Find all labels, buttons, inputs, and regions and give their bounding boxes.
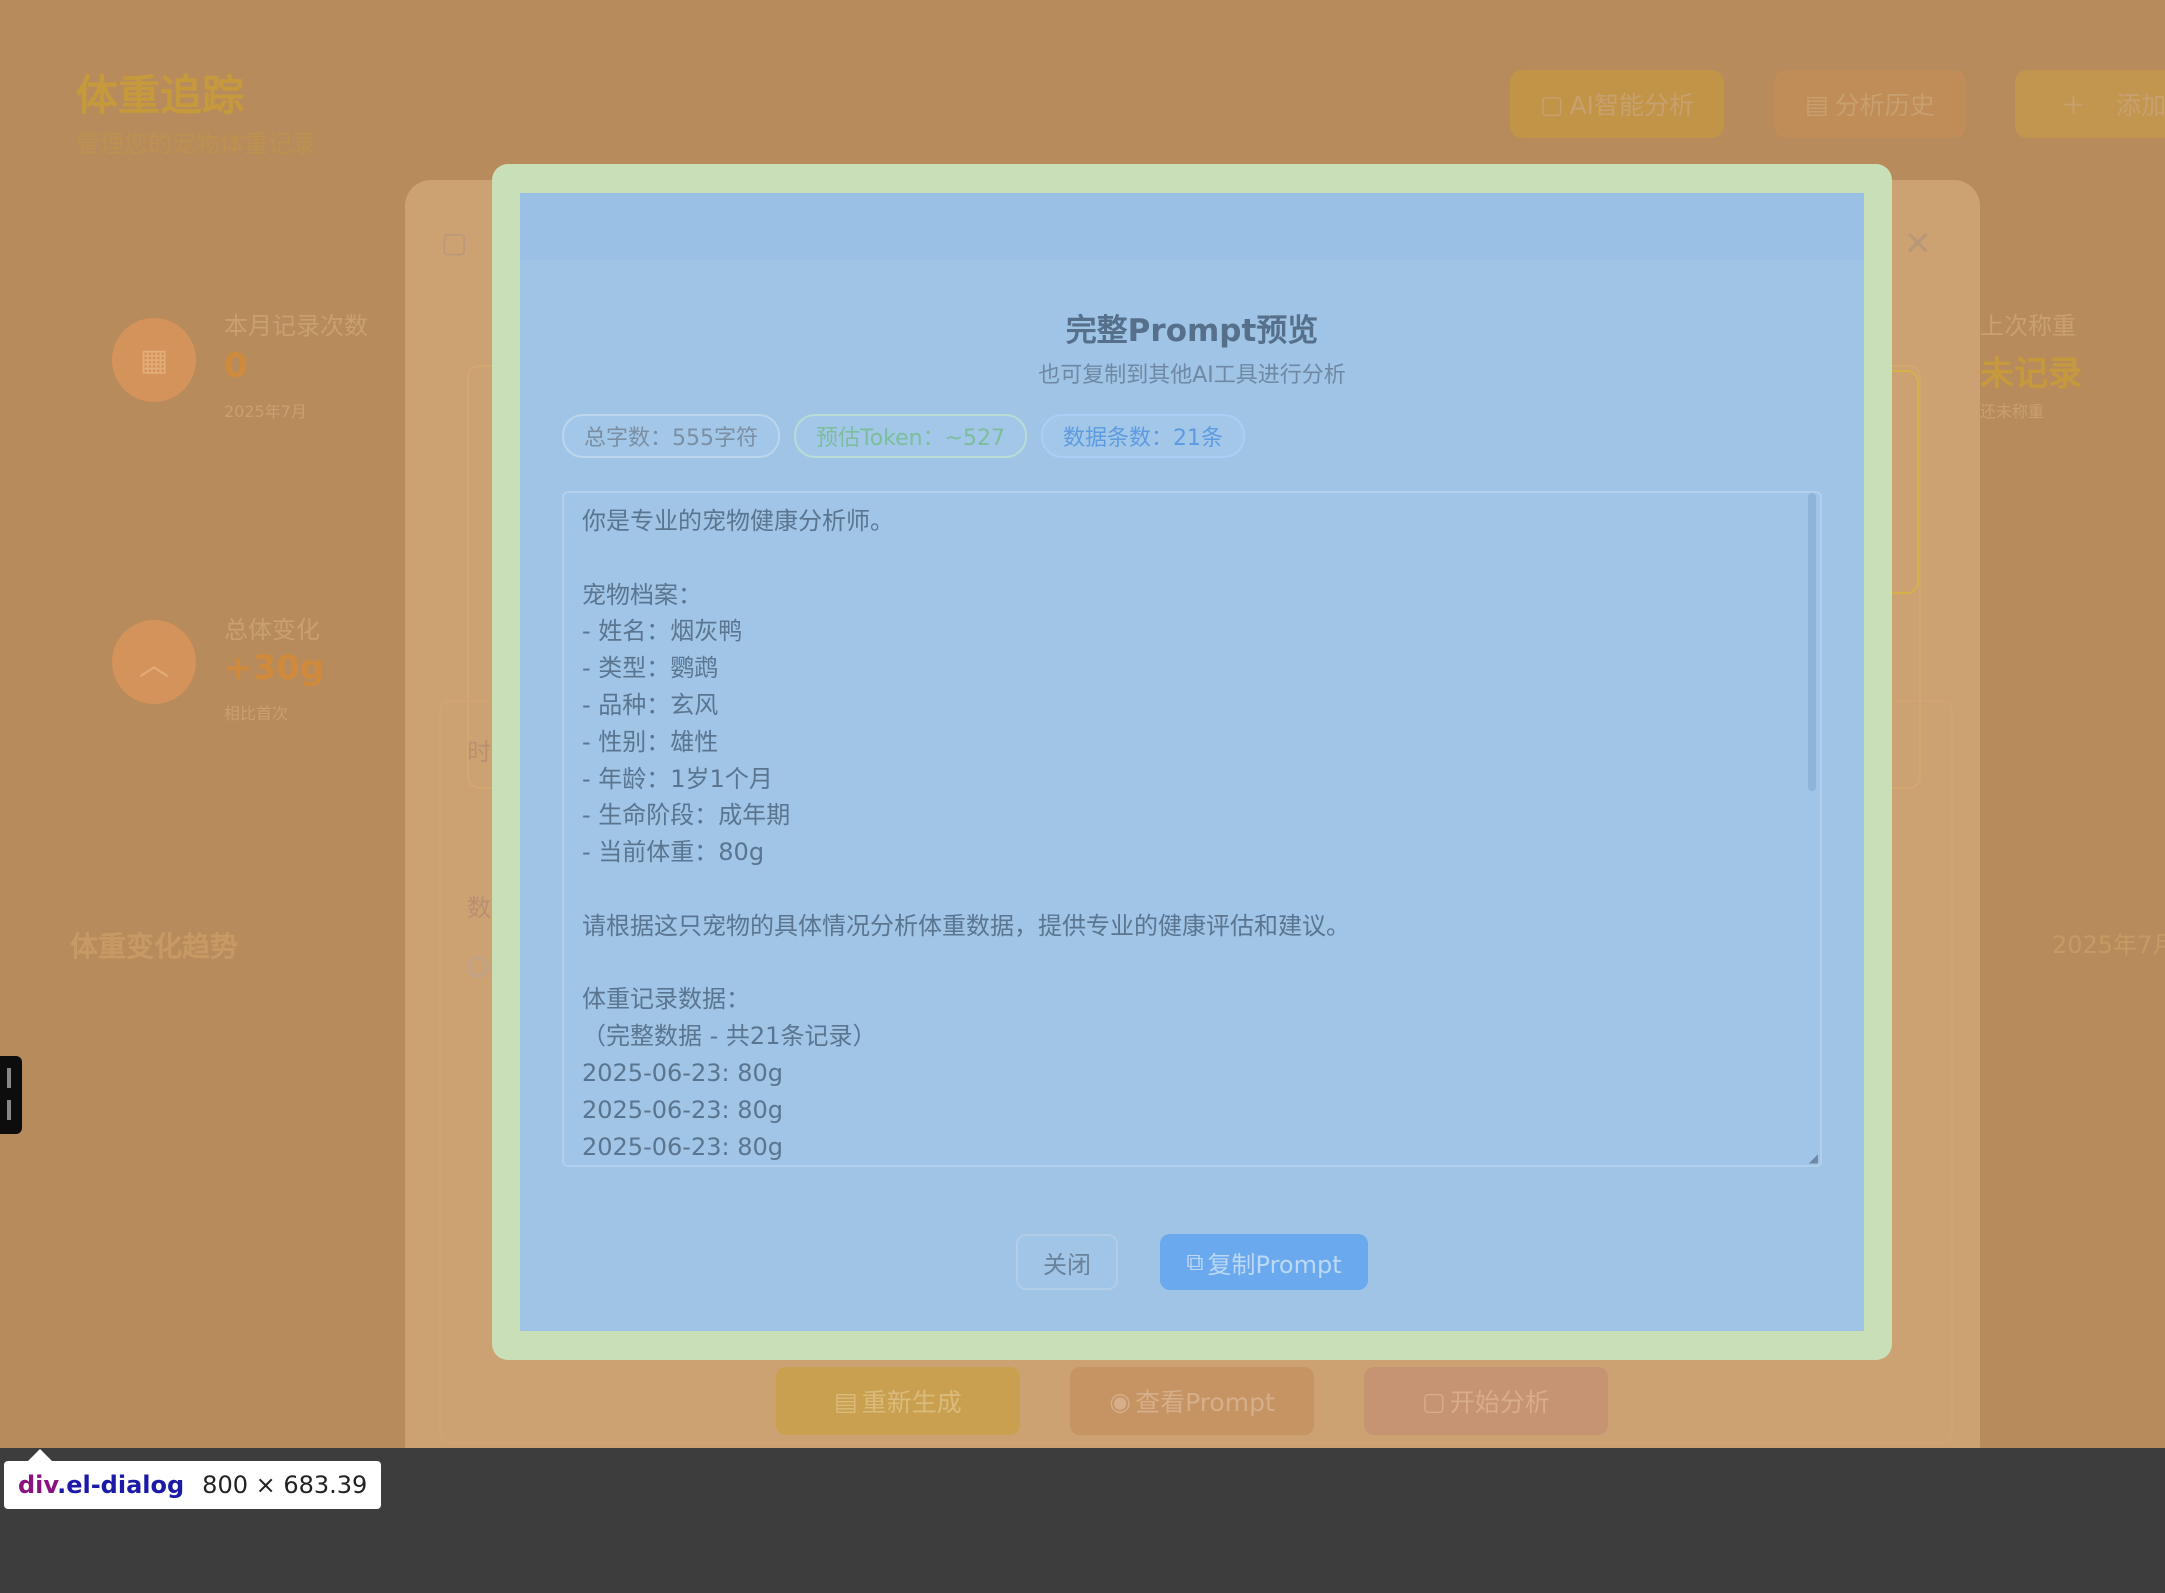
view-prompt-label: 查看Prompt — [1135, 1388, 1275, 1417]
start-analysis-label: 开始分析 — [1449, 1388, 1550, 1417]
devtools-element-tooltip: div.el-dialog 800 × 683.39 — [4, 1449, 382, 1509]
add-record-button[interactable]: ＋ 添加 — [2015, 70, 2165, 138]
month-records-sub: 2025年7月 — [224, 402, 307, 421]
eye-icon: ◉ — [1109, 1386, 1132, 1416]
total-change-label: 总体变化 — [224, 616, 320, 644]
tooltip-class: .el-dialog — [57, 1471, 185, 1499]
total-change-sub: 相比首次 — [224, 704, 289, 723]
robot-icon: ▢ — [441, 226, 468, 259]
chart-icon: ▦ — [112, 318, 196, 402]
month-records-value: 0 — [224, 346, 248, 386]
prompt-preview-dialog: 完整Prompt预览 也可复制到其他AI工具进行分析 总字数：555字符 预估T… — [520, 193, 1864, 1331]
add-record-label: 添加 — [2116, 91, 2165, 120]
resize-handle-icon[interactable]: ◢ — [1809, 1151, 1818, 1165]
last-weigh-sub: 还未称重 — [1980, 402, 2045, 421]
prompt-text[interactable]: 你是专业的宠物健康分析师。 宠物档案： - 姓名：烟灰鸭 - 类型：鹦鹉 - 品… — [582, 503, 1790, 1165]
last-weigh-value: 未记录 — [1980, 354, 2082, 394]
ai-analysis-label: AI智能分析 — [1569, 91, 1695, 120]
total-chars-tag: 总字数：555字符 — [562, 414, 780, 458]
ai-analysis-button[interactable]: ▢ AI智能分析 — [1510, 70, 1724, 138]
copy-icon: ⧉ — [1186, 1248, 1204, 1276]
copy-prompt-button[interactable]: ⧉ 复制Prompt — [1160, 1234, 1368, 1290]
tooltip-size: 800 × 683.39 — [202, 1471, 368, 1499]
textarea-scrollbar[interactable] — [1808, 493, 1816, 791]
plus-icon: ＋ — [2061, 91, 2087, 120]
tooltip-tag: div — [18, 1471, 58, 1499]
analysis-history-button[interactable]: ▤ 分析历史 — [1774, 70, 1966, 138]
dialog-header — [520, 193, 1864, 260]
copy-prompt-label: 复制Prompt — [1207, 1250, 1342, 1279]
data-label: 数 — [467, 894, 491, 922]
analysis-history-label: 分析历史 — [1834, 91, 1935, 120]
robot-icon: ▢ — [1539, 89, 1564, 119]
view-prompt-button[interactable]: ◉ 查看Prompt — [1070, 1367, 1314, 1435]
close-icon[interactable]: ✕ — [1904, 224, 1933, 264]
page-title: 体重追踪 — [76, 71, 245, 120]
radio-option[interactable] — [467, 956, 489, 978]
dialog-subtitle: 也可复制到其他AI工具进行分析 — [1038, 363, 1346, 388]
last-weigh-label: 上次称重 — [1980, 312, 2076, 340]
play-icon: ▢ — [1422, 1386, 1446, 1416]
dialog-title: 完整Prompt预览 — [1065, 313, 1319, 349]
token-estimate-tag: 预估Token：~527 — [794, 414, 1028, 458]
trend-title: 体重变化趋势 — [70, 930, 239, 963]
month-records-label: 本月记录次数 — [224, 312, 368, 340]
record-count-tag: 数据条数：21条 — [1041, 414, 1246, 458]
start-analysis-button[interactable]: ▢ 开始分析 — [1364, 1367, 1608, 1435]
refresh-icon: ▤ — [834, 1386, 858, 1416]
prompt-stats-tags: 总字数：555字符 预估Token：~527 数据条数：21条 — [562, 414, 1246, 458]
close-button[interactable]: 关闭 — [1016, 1234, 1118, 1290]
devtools-side-handle[interactable] — [0, 1056, 22, 1134]
regenerate-label: 重新生成 — [861, 1388, 962, 1417]
regenerate-button[interactable]: ▤ 重新生成 — [776, 1367, 1020, 1435]
prompt-textarea[interactable]: 你是专业的宠物健康分析师。 宠物档案： - 姓名：烟灰鸭 - 类型：鹦鹉 - 品… — [562, 491, 1822, 1167]
dialog-footer: 关闭 ⧉ 复制Prompt — [520, 1234, 1864, 1290]
page-subtitle: 管理您的宠物体重记录 — [76, 130, 316, 158]
close-label: 关闭 — [1043, 1250, 1091, 1279]
total-change-value: +30g — [224, 648, 325, 688]
time-range-label: 时 — [467, 738, 491, 766]
chevron-up-icon: ︿ — [112, 620, 196, 704]
tooltip-selector: div.el-dialog — [18, 1471, 184, 1499]
trend-date: 2025年7月 — [2052, 931, 2165, 959]
document-icon: ▤ — [1805, 89, 1829, 119]
